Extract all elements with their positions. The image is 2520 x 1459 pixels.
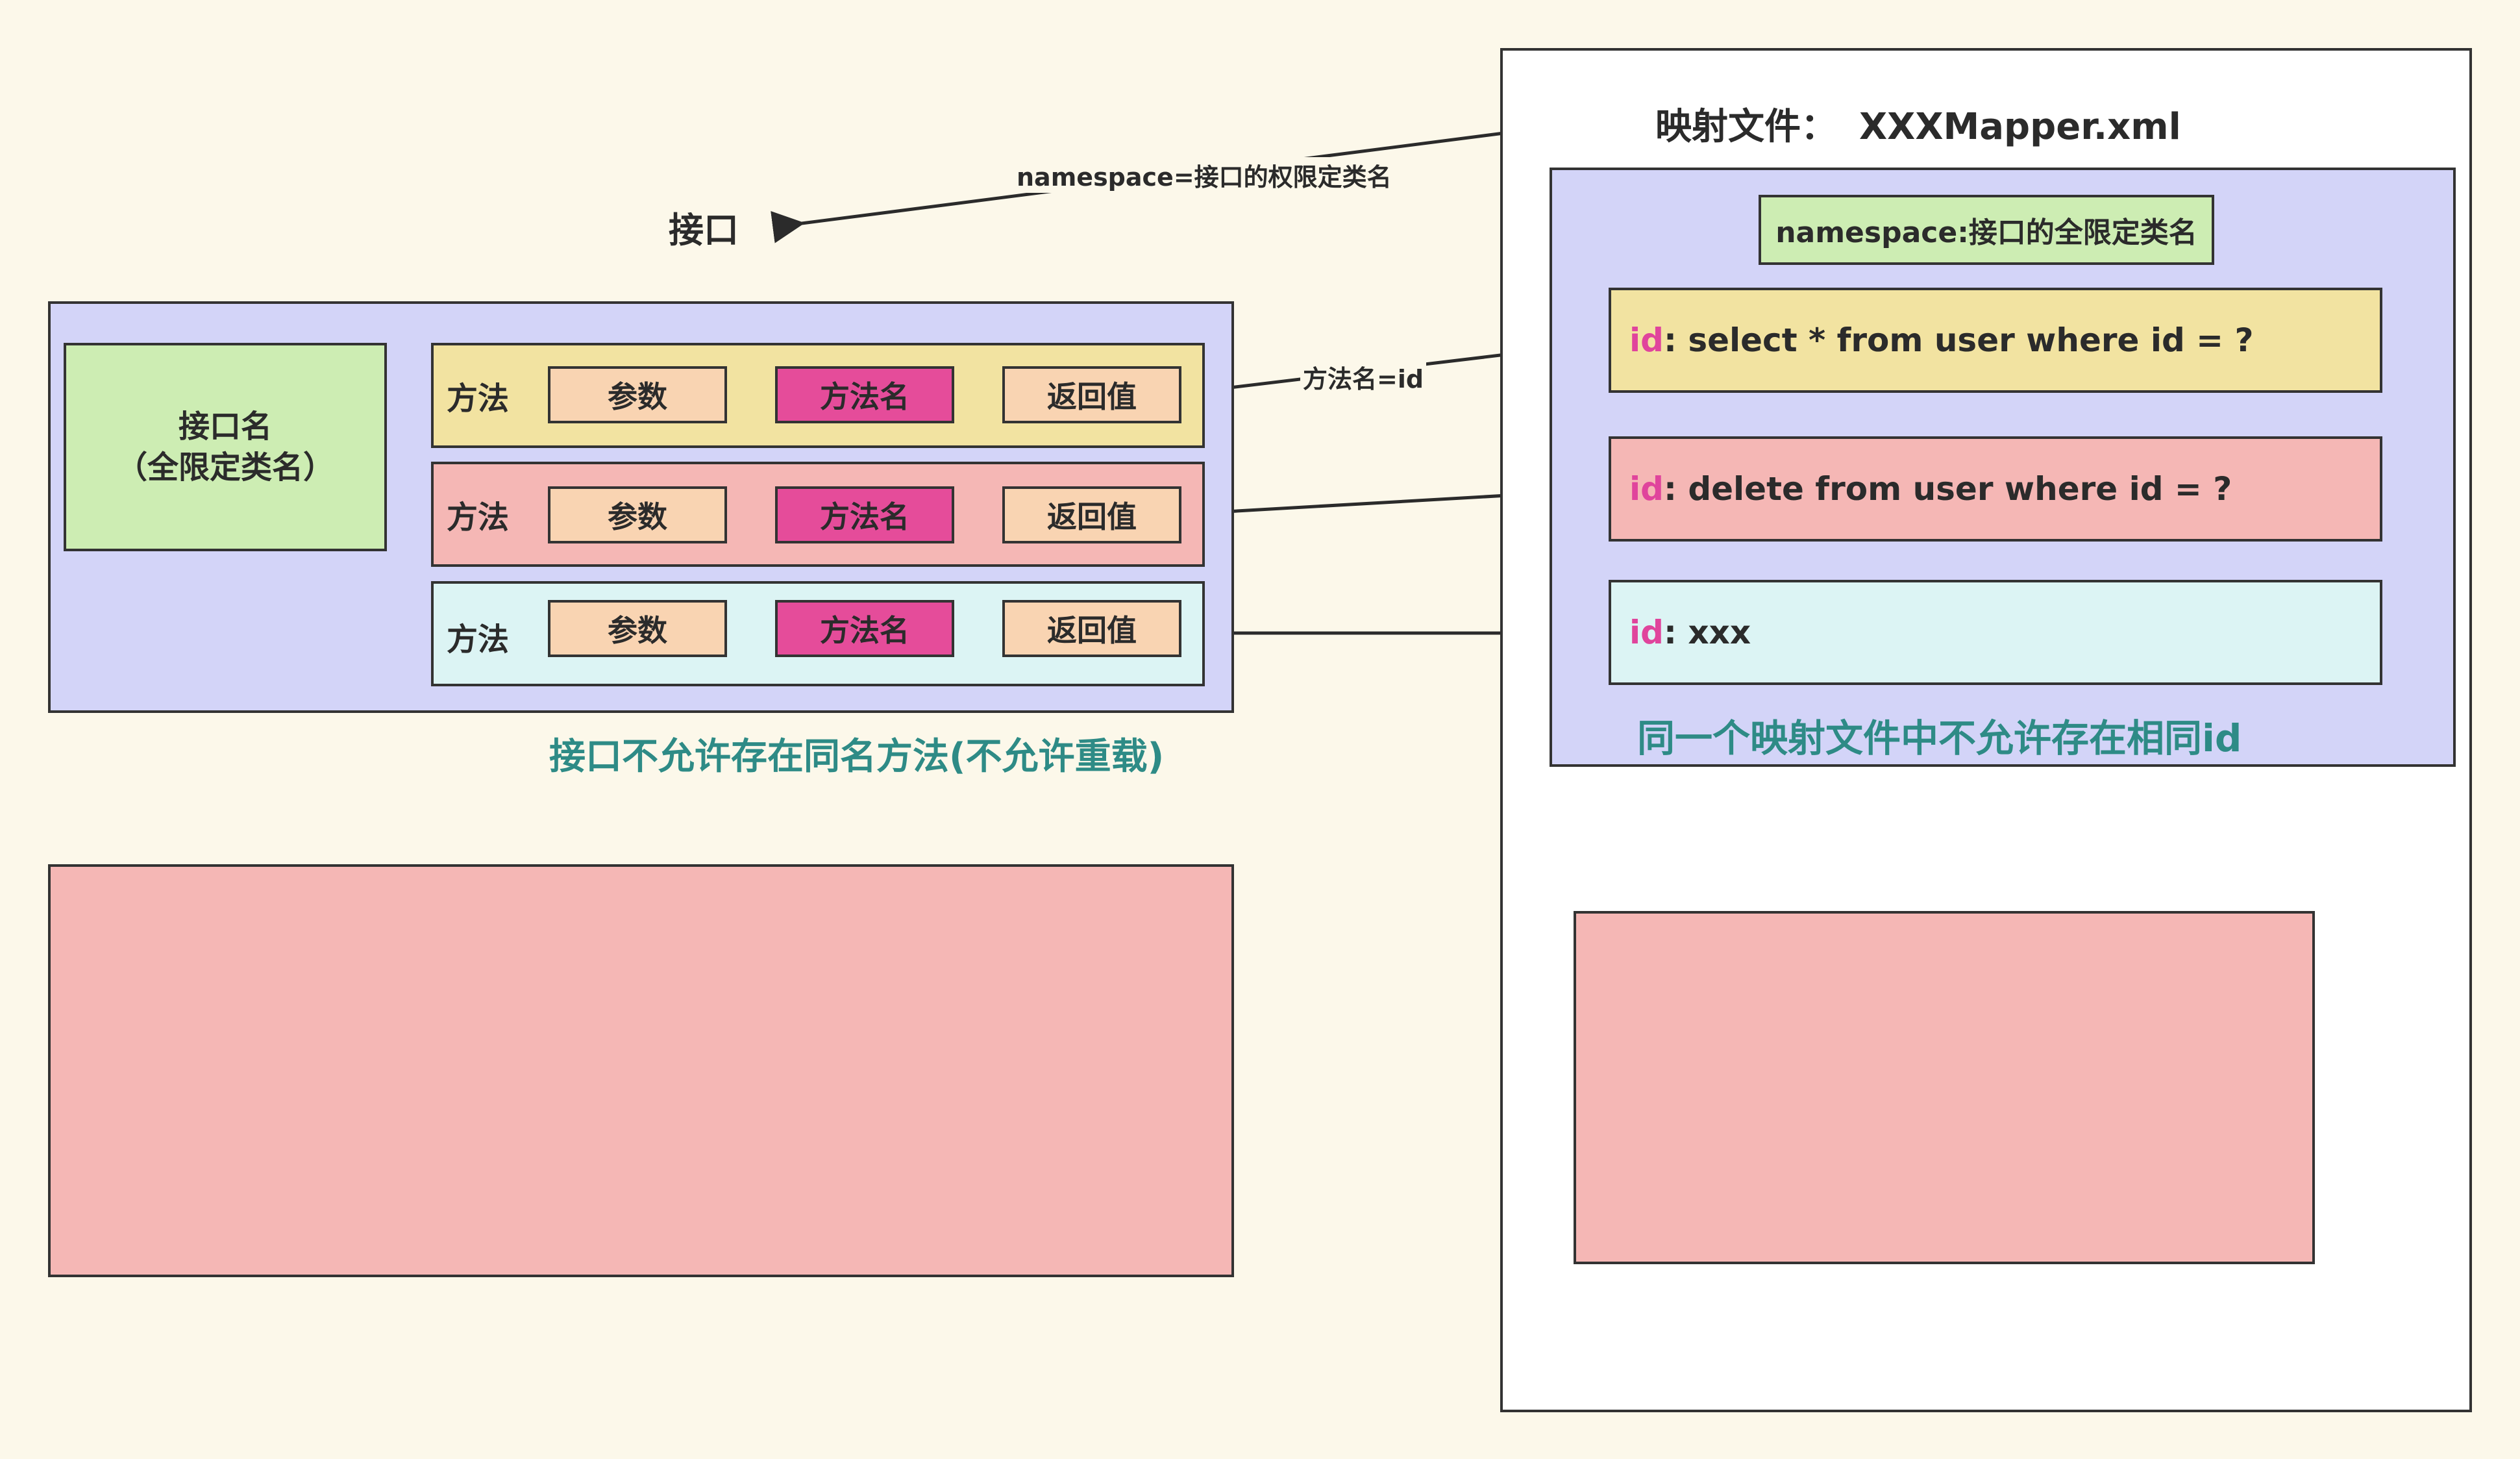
return-value-box: 返回值 bbox=[1002, 486, 1181, 543]
method-row-2: 方法 参数 方法名 返回值 bbox=[431, 462, 1205, 567]
interface-name-box: 接口名 （全限定类名） bbox=[64, 343, 387, 551]
params-box: 参数 bbox=[548, 486, 727, 543]
statement-delete: id: delete from user where id = ? bbox=[1609, 436, 2382, 542]
statement-select: id: select * from user where id = ? bbox=[1609, 288, 2382, 393]
return-value-box: 返回值 bbox=[1002, 600, 1181, 657]
placeholder-box-left bbox=[48, 864, 1234, 1277]
method-row-1: 方法 参数 方法名 返回值 bbox=[431, 343, 1205, 448]
mapper-caption: 同一个映射文件中不允许存在相同id bbox=[1637, 716, 2242, 760]
interface-name-line1: 接口名 bbox=[178, 408, 272, 445]
params-box: 参数 bbox=[548, 366, 727, 423]
placeholder-box-right bbox=[1574, 911, 2315, 1264]
mapper-title: 映射文件： XXXMapper.xml bbox=[1655, 97, 2181, 150]
statement-sql: : xxx bbox=[1663, 614, 1751, 651]
mapper-file-name: XXXMapper.xml bbox=[1859, 106, 2181, 148]
method-label: 方法 bbox=[447, 499, 510, 536]
statement-id-key: id bbox=[1629, 321, 1664, 359]
interface-label: 接口 bbox=[669, 210, 739, 251]
method-label: 方法 bbox=[447, 621, 510, 658]
method-name-box: 方法名 bbox=[775, 600, 954, 657]
statement-sql: : select * from user where id = ? bbox=[1663, 321, 2254, 359]
namespace-box: namespace:接口的全限定类名 bbox=[1759, 195, 2214, 265]
return-value-box: 返回值 bbox=[1002, 366, 1181, 423]
statement-id-key: id bbox=[1629, 470, 1664, 508]
diagram-canvas: 接口 namespace=接口的权限定类名 方法名=id 接口名 （全限定类名）… bbox=[0, 0, 2520, 1459]
method-name-box: 方法名 bbox=[775, 486, 954, 543]
method-id-arrow-label: 方法名=id bbox=[1300, 359, 1427, 395]
method-label: 方法 bbox=[447, 380, 510, 417]
statement-sql: : delete from user where id = ? bbox=[1663, 470, 2232, 508]
mapper-title-label: 映射文件： bbox=[1655, 106, 1837, 148]
method-row-3: 方法 参数 方法名 返回值 bbox=[431, 581, 1205, 686]
namespace-arrow-label: namespace=接口的权限定类名 bbox=[1013, 157, 1396, 193]
params-box: 参数 bbox=[548, 600, 727, 657]
statement-id-key: id bbox=[1629, 614, 1664, 651]
interface-caption: 接口不允许存在同名方法(不允许重载) bbox=[549, 736, 1165, 778]
statement-xxx: id: xxx bbox=[1609, 580, 2382, 685]
method-name-box: 方法名 bbox=[775, 366, 954, 423]
interface-name-line2: （全限定类名） bbox=[116, 449, 334, 486]
